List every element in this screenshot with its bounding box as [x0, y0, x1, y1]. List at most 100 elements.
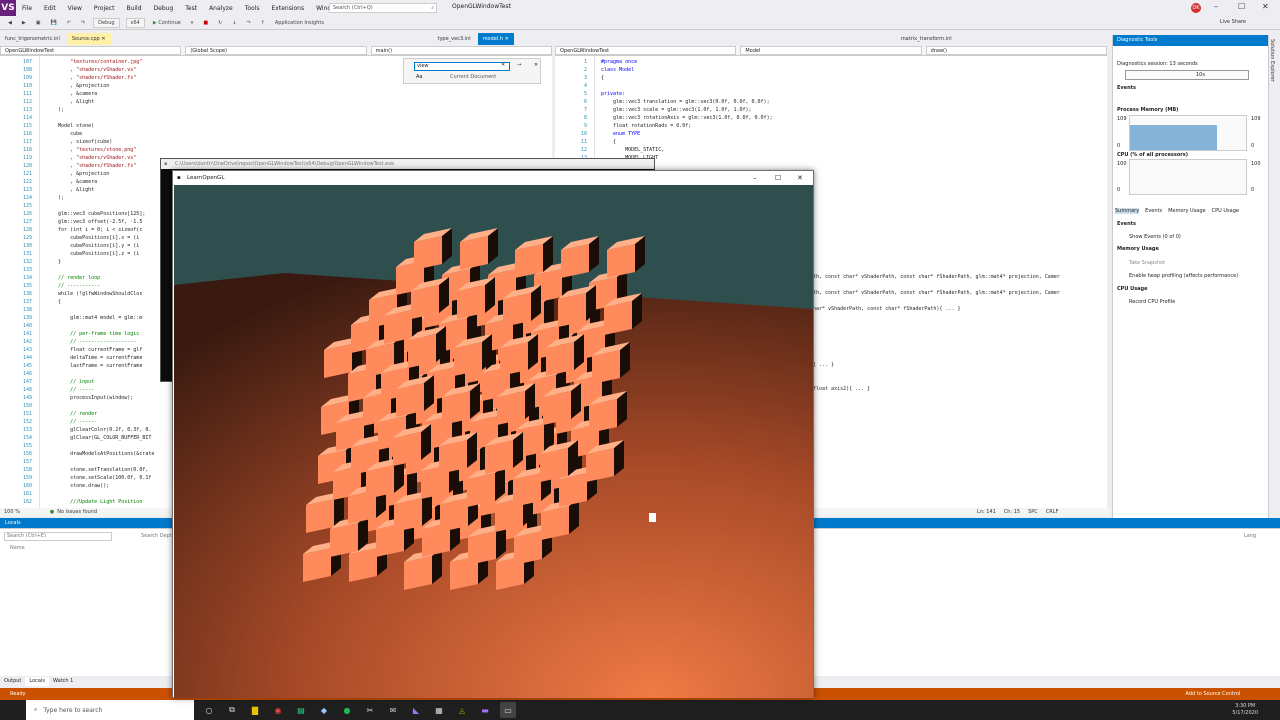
code-line: , "textures/stone.png": [46, 147, 137, 153]
tab-memory-usage[interactable]: Memory Usage: [1168, 208, 1206, 214]
tab-cpu-usage[interactable]: CPU Usage: [1212, 208, 1239, 214]
taskbar-search[interactable]: ⌕ Type here to search: [26, 700, 194, 720]
forward-icon[interactable]: ▶: [20, 20, 28, 26]
function-dropdown[interactable]: draw(): [925, 46, 1107, 55]
clock[interactable]: 3:30 PM 5/17/2020: [1232, 703, 1258, 717]
app-insights-button[interactable]: Application Insights: [273, 20, 326, 26]
console-title-bar[interactable]: ▪ C:\Users\danth\OneDrive\repos\OpenGLWi…: [161, 159, 654, 169]
timeline-ruler[interactable]: 10s: [1125, 70, 1249, 80]
maximize-icon[interactable]: ☐: [775, 171, 781, 185]
new-project-icon[interactable]: ▣: [34, 20, 43, 26]
project-dropdown[interactable]: OpenGLWindowTest: [0, 46, 182, 55]
scope-dropdown[interactable]: (Global Scope): [185, 46, 367, 55]
tab-type-vec3[interactable]: type_vec3.inl: [433, 33, 476, 45]
pause-icon[interactable]: ⏸: [189, 20, 196, 26]
solution-explorer-tab[interactable]: Solution Explorer: [1269, 35, 1275, 82]
line-number: 135: [22, 283, 32, 289]
show-events-link[interactable]: Show Events (0 of 0): [1129, 234, 1181, 240]
step-out-icon[interactable]: ↑: [259, 20, 267, 26]
zoom-level[interactable]: 100 %: [4, 509, 20, 515]
gl-render-canvas[interactable]: [174, 185, 813, 698]
tab-locals[interactable]: Locals: [25, 676, 49, 686]
back-icon[interactable]: ◀: [6, 20, 14, 26]
close-icon[interactable]: ✕: [1262, 2, 1269, 11]
tab-matrix-transform[interactable]: matrix_transform.inl: [896, 33, 957, 45]
close-icon[interactable]: ✕: [797, 171, 803, 185]
save-icon[interactable]: 💾: [48, 20, 58, 26]
menu-item-test[interactable]: Test: [179, 5, 203, 12]
account-avatar[interactable]: DK: [1191, 3, 1201, 13]
cpu-axis-min: 0: [1117, 187, 1121, 193]
menu-item-view[interactable]: View: [62, 5, 88, 12]
issues-status[interactable]: No issues found: [57, 509, 97, 515]
chrome-icon[interactable]: ◉: [270, 702, 286, 718]
search-input[interactable]: Search (Ctrl+Q) ⌕: [329, 3, 437, 13]
tab-model-h[interactable]: model.h ✕: [477, 33, 514, 45]
maximize-icon[interactable]: ☐: [1238, 2, 1245, 11]
find-scope[interactable]: Current Document: [450, 74, 496, 80]
tool-icon[interactable]: ✂: [362, 702, 378, 718]
line-number: 115: [22, 123, 32, 129]
cortana-icon[interactable]: ○: [201, 702, 217, 718]
function-dropdown[interactable]: main(): [370, 46, 552, 55]
source-control-button[interactable]: Add to Source Control: [1186, 691, 1241, 697]
continue-button[interactable]: ▶ Continue: [151, 20, 183, 26]
spotify-icon[interactable]: ●: [339, 702, 355, 718]
solution-explorer-sidebar[interactable]: Solution Explorer: [1268, 35, 1280, 518]
find-next-icon[interactable]: →: [517, 62, 521, 68]
nvidia-icon[interactable]: ◬: [454, 702, 470, 718]
minimize-icon[interactable]: –: [753, 171, 757, 185]
close-tab-icon[interactable]: ✕: [505, 36, 509, 42]
menu-item-edit[interactable]: Edit: [38, 5, 62, 12]
line-number: 123: [22, 187, 32, 193]
match-case-icon[interactable]: Aa: [416, 74, 422, 80]
tab-watch[interactable]: Watch 1: [49, 677, 77, 686]
undo-icon[interactable]: ↶: [65, 20, 73, 26]
cube-face-front: [607, 244, 635, 278]
cube-face-front: [561, 244, 589, 278]
excel-icon[interactable]: ▤: [293, 702, 309, 718]
tab-summary[interactable]: Summary: [1115, 208, 1140, 214]
cube-face-front: [592, 350, 620, 384]
menu-item-analyze[interactable]: Analyze: [203, 5, 239, 12]
config-dropdown[interactable]: Debug: [93, 17, 120, 28]
mail-icon[interactable]: ✉: [385, 702, 401, 718]
step-over-icon[interactable]: ↷: [244, 20, 252, 26]
menu-item-project[interactable]: Project: [88, 5, 121, 12]
steam-icon[interactable]: ◆: [316, 702, 332, 718]
opengl-window[interactable]: ▪ LearnOpenGL – ☐ ✕: [172, 170, 814, 698]
clear-icon[interactable]: ✕: [501, 62, 505, 68]
menu-item-extensions[interactable]: Extensions: [266, 5, 311, 12]
take-snapshot-button[interactable]: Take Snapshot: [1129, 260, 1165, 266]
tab-source-cpp[interactable]: Source.cpp ✕: [66, 33, 111, 45]
visual-studio-icon[interactable]: ◣: [408, 702, 424, 718]
step-into-icon[interactable]: ↓: [230, 20, 238, 26]
task-view-icon[interactable]: ⧉: [224, 702, 240, 718]
record-cpu-button[interactable]: Record CPU Profile: [1129, 299, 1175, 305]
minimize-icon[interactable]: –: [1214, 2, 1218, 11]
menu-item-tools[interactable]: Tools: [239, 5, 266, 12]
locals-search-input[interactable]: Search (Ctrl+E): [4, 532, 112, 541]
tab-events[interactable]: Events: [1145, 208, 1162, 214]
console-window-icon[interactable]: ▭: [500, 702, 516, 718]
find-input[interactable]: view: [414, 62, 510, 71]
close-tab-icon[interactable]: ✕: [101, 36, 105, 42]
menu-item-file[interactable]: File: [16, 5, 38, 12]
stop-icon[interactable]: ■: [201, 20, 210, 26]
scope-dropdown[interactable]: Model: [740, 46, 922, 55]
heap-profiling-toggle[interactable]: Enable heap profiling (affects performan…: [1129, 273, 1238, 279]
vs-window-icon[interactable]: ▬: [477, 702, 493, 718]
tab-output[interactable]: Output: [0, 677, 25, 686]
gl-title-bar[interactable]: ▪ LearnOpenGL – ☐ ✕: [173, 171, 813, 185]
platform-dropdown[interactable]: x64: [125, 17, 145, 28]
tab-func-trigonometric[interactable]: func_trigonometric.inl: [0, 33, 65, 45]
file-explorer-icon[interactable]: ▇: [247, 702, 263, 718]
restart-icon[interactable]: ↻: [216, 20, 224, 26]
calculator-icon[interactable]: ▦: [431, 702, 447, 718]
menu-item-debug[interactable]: Debug: [148, 5, 180, 12]
project-dropdown[interactable]: OpenGLWindowTest: [555, 46, 737, 55]
menu-item-build[interactable]: Build: [120, 5, 147, 12]
close-find-icon[interactable]: ✕: [534, 62, 538, 68]
live-share-button[interactable]: Live Share: [1220, 19, 1246, 25]
redo-icon[interactable]: ↷: [79, 20, 87, 26]
